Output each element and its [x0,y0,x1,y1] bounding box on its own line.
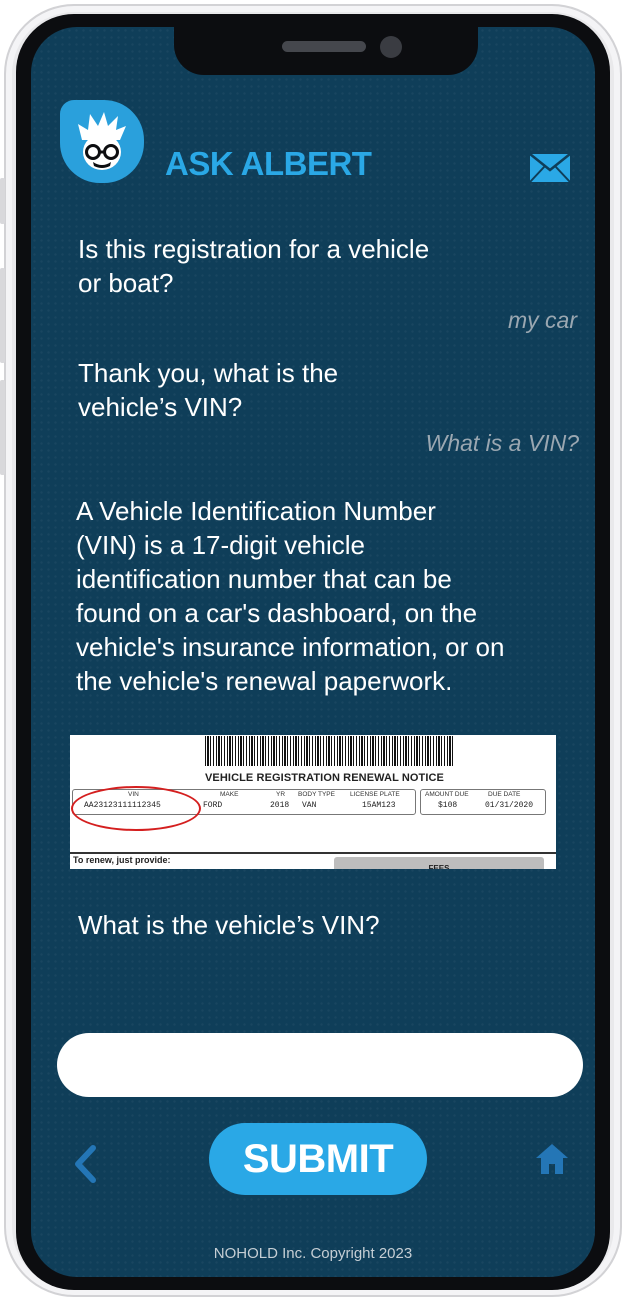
app-screen: ASK ALBERT Is this registration for a ve… [31,27,595,1277]
user-reply: my car [508,307,577,333]
fees-box: FEES [334,857,544,869]
bot-message: What is the vehicle’s VIN? [78,910,380,940]
message-line: Thank you, what is the [78,358,339,388]
vin-answer-input[interactable] [57,1033,583,1097]
submit-button[interactable]: SUBMIT [209,1123,427,1195]
message-line: vehicle's insurance information, or on [76,632,505,662]
header-body-type: BODY TYPE [298,791,335,798]
vin-highlight-circle [71,786,201,831]
value-body-type: VAN [302,801,317,810]
message-line: the vehicle's renewal paperwork. [76,666,453,696]
home-icon[interactable] [534,1142,570,1181]
envelope-icon[interactable] [529,153,571,188]
albert-avatar-icon [60,100,144,183]
side-button [0,380,5,475]
app-title: ASK ALBERT [165,145,372,182]
bot-message: Is this registration for a vehicle or bo… [78,232,429,300]
chevron-left-icon[interactable] [73,1145,97,1188]
message-line: found on a car's dashboard, on the [76,598,478,628]
side-button [0,178,5,224]
renew-instructions: To renew, just provide: [73,855,171,865]
value-yr: 2018 [270,801,290,810]
header-license-plate: LICENSE PLATE [350,791,400,798]
message-line: identification number that can be [76,564,452,594]
value-make: FORD [203,801,223,810]
bot-message: Thank you, what is the vehicle’s VIN? [78,356,338,424]
barcode [205,736,453,766]
message-line: Is this registration for a vehicle [78,234,430,264]
notch [174,27,478,75]
value-license-plate: 15AM123 [362,801,396,810]
bot-explanation: A Vehicle Identification Number (VIN) is… [76,494,504,698]
copyright-footer: NOHOLD Inc. Copyright 2023 [213,1245,413,1262]
message-line: vehicle’s VIN? [78,392,243,422]
value-amount-due: $108 [438,801,458,810]
notice-title: VEHICLE REGISTRATION RENEWAL NOTICE [205,772,444,784]
speaker [282,41,366,52]
divider [70,852,556,854]
front-camera [380,36,402,58]
header-yr: YR [276,791,286,798]
message-line: or boat? [78,268,174,298]
side-button [0,268,5,363]
header-amount-due: AMOUNT DUE [425,791,469,798]
user-reply: What is a VIN? [425,430,579,456]
header-due-date: DUE DATE [488,791,521,798]
message-line: A Vehicle Identification Number [76,496,436,526]
message-line: (VIN) is a 17-digit vehicle [76,530,365,560]
value-due-date: 01/31/2020 [485,801,534,810]
registration-notice-image: VEHICLE REGISTRATION RENEWAL NOTICE VIN … [70,735,556,869]
header-make: MAKE [220,791,239,798]
